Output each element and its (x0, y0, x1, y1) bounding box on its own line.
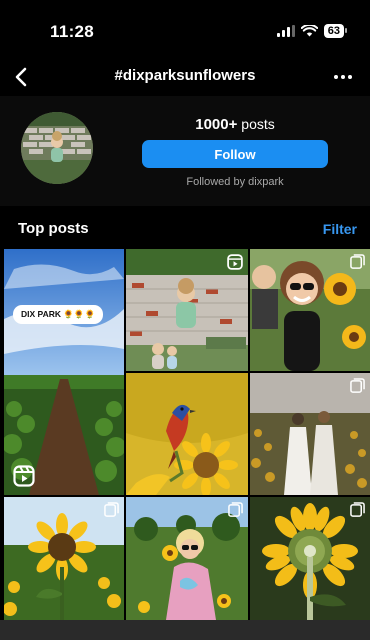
post-tile[interactable] (250, 249, 370, 371)
post-image (126, 373, 248, 495)
wifi-icon (300, 25, 318, 37)
home-indicator-area (0, 620, 370, 640)
carousel-icon (104, 502, 119, 517)
status-time: 11:28 (50, 22, 95, 41)
hashtag-avatar[interactable] (21, 112, 93, 184)
post-count: 1000+ (195, 116, 238, 133)
section-title: Top posts (18, 220, 89, 237)
post-tile[interactable] (250, 497, 370, 620)
header: #dixparksunflowers (0, 58, 370, 96)
signal-icon (276, 25, 295, 37)
reel-icon (227, 254, 243, 270)
carousel-icon (228, 502, 243, 517)
post-tile[interactable] (126, 249, 248, 371)
post-tile[interactable] (4, 497, 124, 620)
post-tile[interactable] (126, 373, 248, 495)
post-tile[interactable] (250, 373, 370, 495)
followed-by-text: Followed by dixpark (186, 176, 284, 188)
battery-icon: 63 (323, 24, 348, 38)
hashtag-header: 1000+ posts Follow Followed by dixpark (0, 96, 370, 206)
post-label: posts (241, 116, 275, 132)
page-title: #dixparksunflowers (114, 67, 256, 84)
reel-icon (13, 465, 35, 487)
posts-grid: DIX PARK 🌻🌻🌻 (4, 249, 370, 620)
top-posts-header: Top posts Filter (0, 210, 370, 246)
carousel-icon (350, 502, 365, 517)
more-options-button[interactable] (330, 64, 356, 90)
post-overlay-text: DIX PARK 🌻🌻🌻 (13, 305, 104, 324)
status-bar: 11:28 63 (0, 0, 370, 58)
status-icons: 63 (276, 24, 348, 38)
carousel-icon (350, 378, 365, 393)
post-image (4, 249, 124, 495)
post-stats: 1000+ posts (140, 116, 330, 133)
post-tile[interactable]: DIX PARK 🌻🌻🌻 (4, 249, 124, 495)
ellipsis-icon (334, 75, 352, 79)
avatar-image (21, 112, 93, 184)
carousel-icon (350, 254, 365, 269)
follow-button[interactable]: Follow (142, 140, 328, 168)
filter-button[interactable]: Filter (323, 221, 357, 237)
post-tile[interactable] (126, 497, 248, 620)
